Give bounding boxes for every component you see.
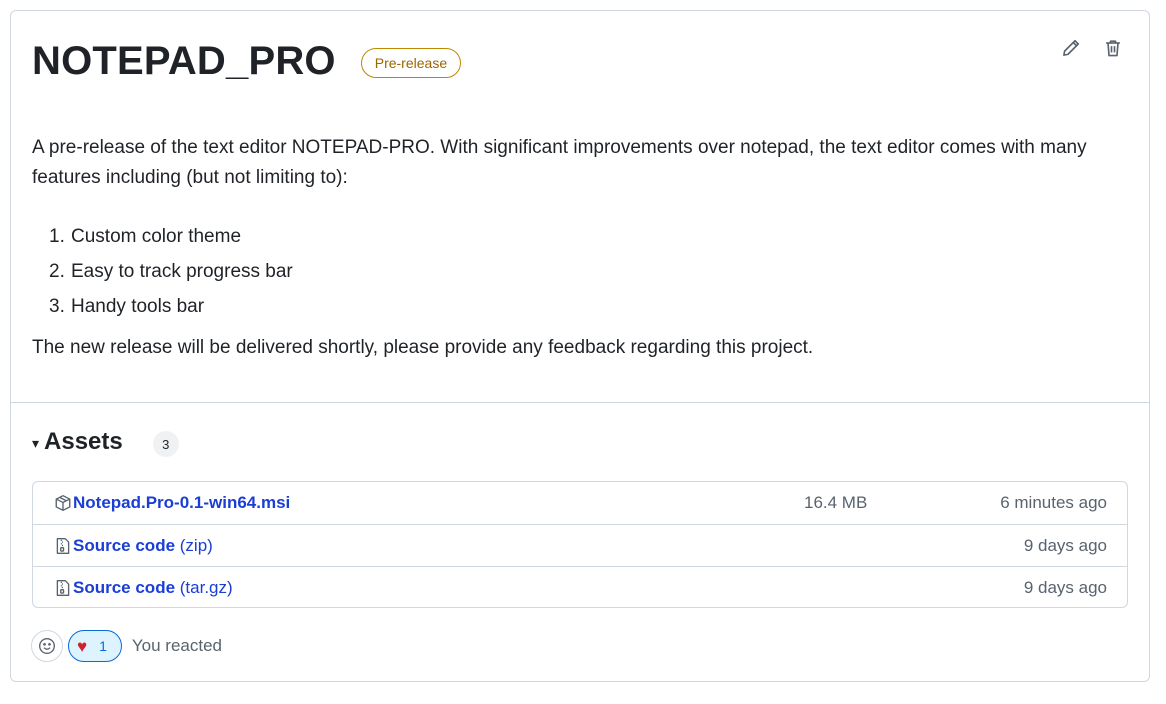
asset-ext: (zip)	[175, 535, 213, 555]
asset-ext: (tar.gz)	[175, 577, 233, 597]
release-card: NOTEPAD_PRO Pre-release A pre-release of…	[10, 10, 1150, 682]
asset-name: Source code	[73, 577, 176, 597]
release-title[interactable]: NOTEPAD_PRO	[32, 41, 336, 81]
reaction-count: 1	[99, 638, 107, 654]
smiley-icon	[39, 638, 55, 654]
release-header: NOTEPAD_PRO Pre-release	[32, 41, 462, 81]
caret-down-icon: ▾	[32, 435, 40, 451]
feature-list: 1. Custom color theme 2. Easy to track p…	[49, 222, 293, 327]
divider	[11, 402, 1149, 403]
list-item: 2. Easy to track progress bar	[49, 257, 293, 292]
asset-row: Source code (zip) 9 days ago	[33, 524, 1127, 566]
asset-name: Source code	[73, 535, 176, 555]
assets-toggle[interactable]: ▾ Assets 3	[32, 427, 179, 457]
add-reaction-button[interactable]	[31, 630, 63, 662]
asset-time: 9 days ago	[1023, 535, 1107, 555]
file-zip-icon	[56, 537, 70, 554]
list-number: 1.	[49, 226, 65, 247]
file-zip-icon	[56, 579, 70, 596]
assets-title: Assets	[44, 428, 123, 455]
assets-count-badge: 3	[152, 431, 179, 457]
list-item: 1. Custom color theme	[49, 222, 293, 257]
pencil-icon[interactable]	[1061, 38, 1081, 58]
asset-row: Source code (tar.gz) 9 days ago	[33, 566, 1127, 608]
asset-row: Notepad.Pro-0.1-win64.msi 16.4 MB 6 minu…	[33, 482, 1127, 524]
asset-link[interactable]: Source code (zip)	[73, 536, 213, 556]
assets-list: Notepad.Pro-0.1-win64.msi 16.4 MB 6 minu…	[32, 481, 1128, 608]
list-text: Handy tools bar	[71, 296, 205, 317]
heart-reaction-button[interactable]: ♥ 1	[68, 630, 122, 662]
list-number: 3.	[49, 296, 65, 317]
asset-name: Notepad.Pro-0.1-win64.msi	[73, 493, 291, 512]
pre-release-badge: Pre-release	[360, 48, 462, 78]
asset-time: 6 minutes ago	[1000, 493, 1107, 512]
reaction-status: You reacted	[131, 636, 223, 655]
heart-icon: ♥	[77, 636, 88, 656]
list-text: Easy to track progress bar	[71, 261, 293, 282]
asset-size: 16.4 MB	[804, 493, 868, 512]
package-icon	[55, 495, 71, 511]
list-item: 3. Handy tools bar	[49, 292, 293, 327]
list-text: Custom color theme	[71, 226, 242, 247]
list-number: 2.	[49, 261, 65, 282]
release-description: A pre-release of the text editor NOTEPAD…	[32, 137, 1087, 188]
reactions-bar: ♥ 1 You reacted	[31, 630, 222, 662]
release-closing-text: The new release will be delivered shortl…	[32, 337, 814, 358]
asset-time: 9 days ago	[1023, 577, 1107, 597]
asset-link[interactable]: Notepad.Pro-0.1-win64.msi	[73, 493, 290, 513]
trash-icon[interactable]	[1103, 38, 1123, 58]
asset-link[interactable]: Source code (tar.gz)	[73, 578, 233, 598]
release-actions	[1061, 38, 1123, 58]
